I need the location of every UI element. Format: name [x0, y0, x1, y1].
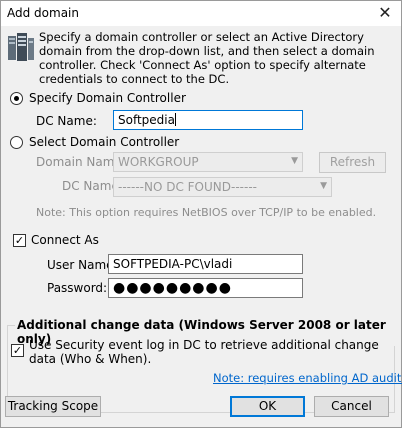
dc-name-value: Softpedia	[118, 113, 175, 127]
select-dc-label[interactable]: Select Domain Controller	[29, 135, 179, 149]
ok-button[interactable]: OK	[230, 396, 305, 417]
dc-name-select[interactable]: ------NO DC FOUND------ ▼	[113, 177, 332, 197]
security-log-checkbox[interactable]: ✓	[11, 344, 24, 357]
specify-dc-radio[interactable]	[10, 92, 23, 105]
cancel-button[interactable]: Cancel	[314, 396, 389, 417]
domain-name-value: WORKGROUP	[118, 155, 199, 169]
chevron-down-icon: ▼	[291, 156, 298, 166]
tracking-scope-button[interactable]: Tracking Scope	[5, 396, 101, 417]
select-dc-radio[interactable]	[10, 136, 23, 149]
password-input[interactable]: ●●●●●●●●●	[108, 278, 303, 298]
info-description: Specify a domain controller or select an…	[39, 30, 375, 86]
chevron-down-icon: ▼	[320, 181, 327, 191]
domain-name-select[interactable]: WORKGROUP ▼	[113, 152, 303, 172]
connect-as-label[interactable]: Connect As	[31, 233, 99, 247]
user-name-input[interactable]: SOFTPEDIA-PC\vladi	[108, 254, 303, 274]
netbios-note: Note: This option requires NetBIOS over …	[36, 206, 377, 219]
dc-name-label: DC Name:	[36, 114, 97, 128]
text-caret	[174, 113, 176, 126]
password-value: ●●●●●●●●●	[113, 280, 232, 296]
ad-auditing-link[interactable]: Note: requires enabling AD auditing	[213, 371, 402, 385]
connect-as-checkbox[interactable]: ✓	[13, 234, 26, 247]
window-title: Add domain	[7, 6, 79, 20]
user-name-value: SOFTPEDIA-PC\vladi	[113, 257, 233, 271]
specify-dc-label[interactable]: Specify Domain Controller	[29, 91, 186, 105]
close-button[interactable]: ✕	[373, 3, 397, 23]
refresh-button[interactable]: Refresh	[319, 152, 386, 173]
dc-name-input[interactable]: Softpedia	[113, 110, 303, 130]
dialog-body: Specify a domain controller or select an…	[1, 26, 402, 427]
password-label: Password:	[47, 281, 108, 295]
dc-name-select-value: ------NO DC FOUND------	[118, 180, 257, 194]
add-domain-dialog: Add domain ✕ Specify a domain controller…	[0, 0, 402, 428]
server-domain-icon	[8, 33, 34, 61]
security-log-label[interactable]: Use Security event log in DC to retrieve…	[29, 338, 379, 366]
title-bar[interactable]: Add domain ✕	[1, 1, 401, 26]
